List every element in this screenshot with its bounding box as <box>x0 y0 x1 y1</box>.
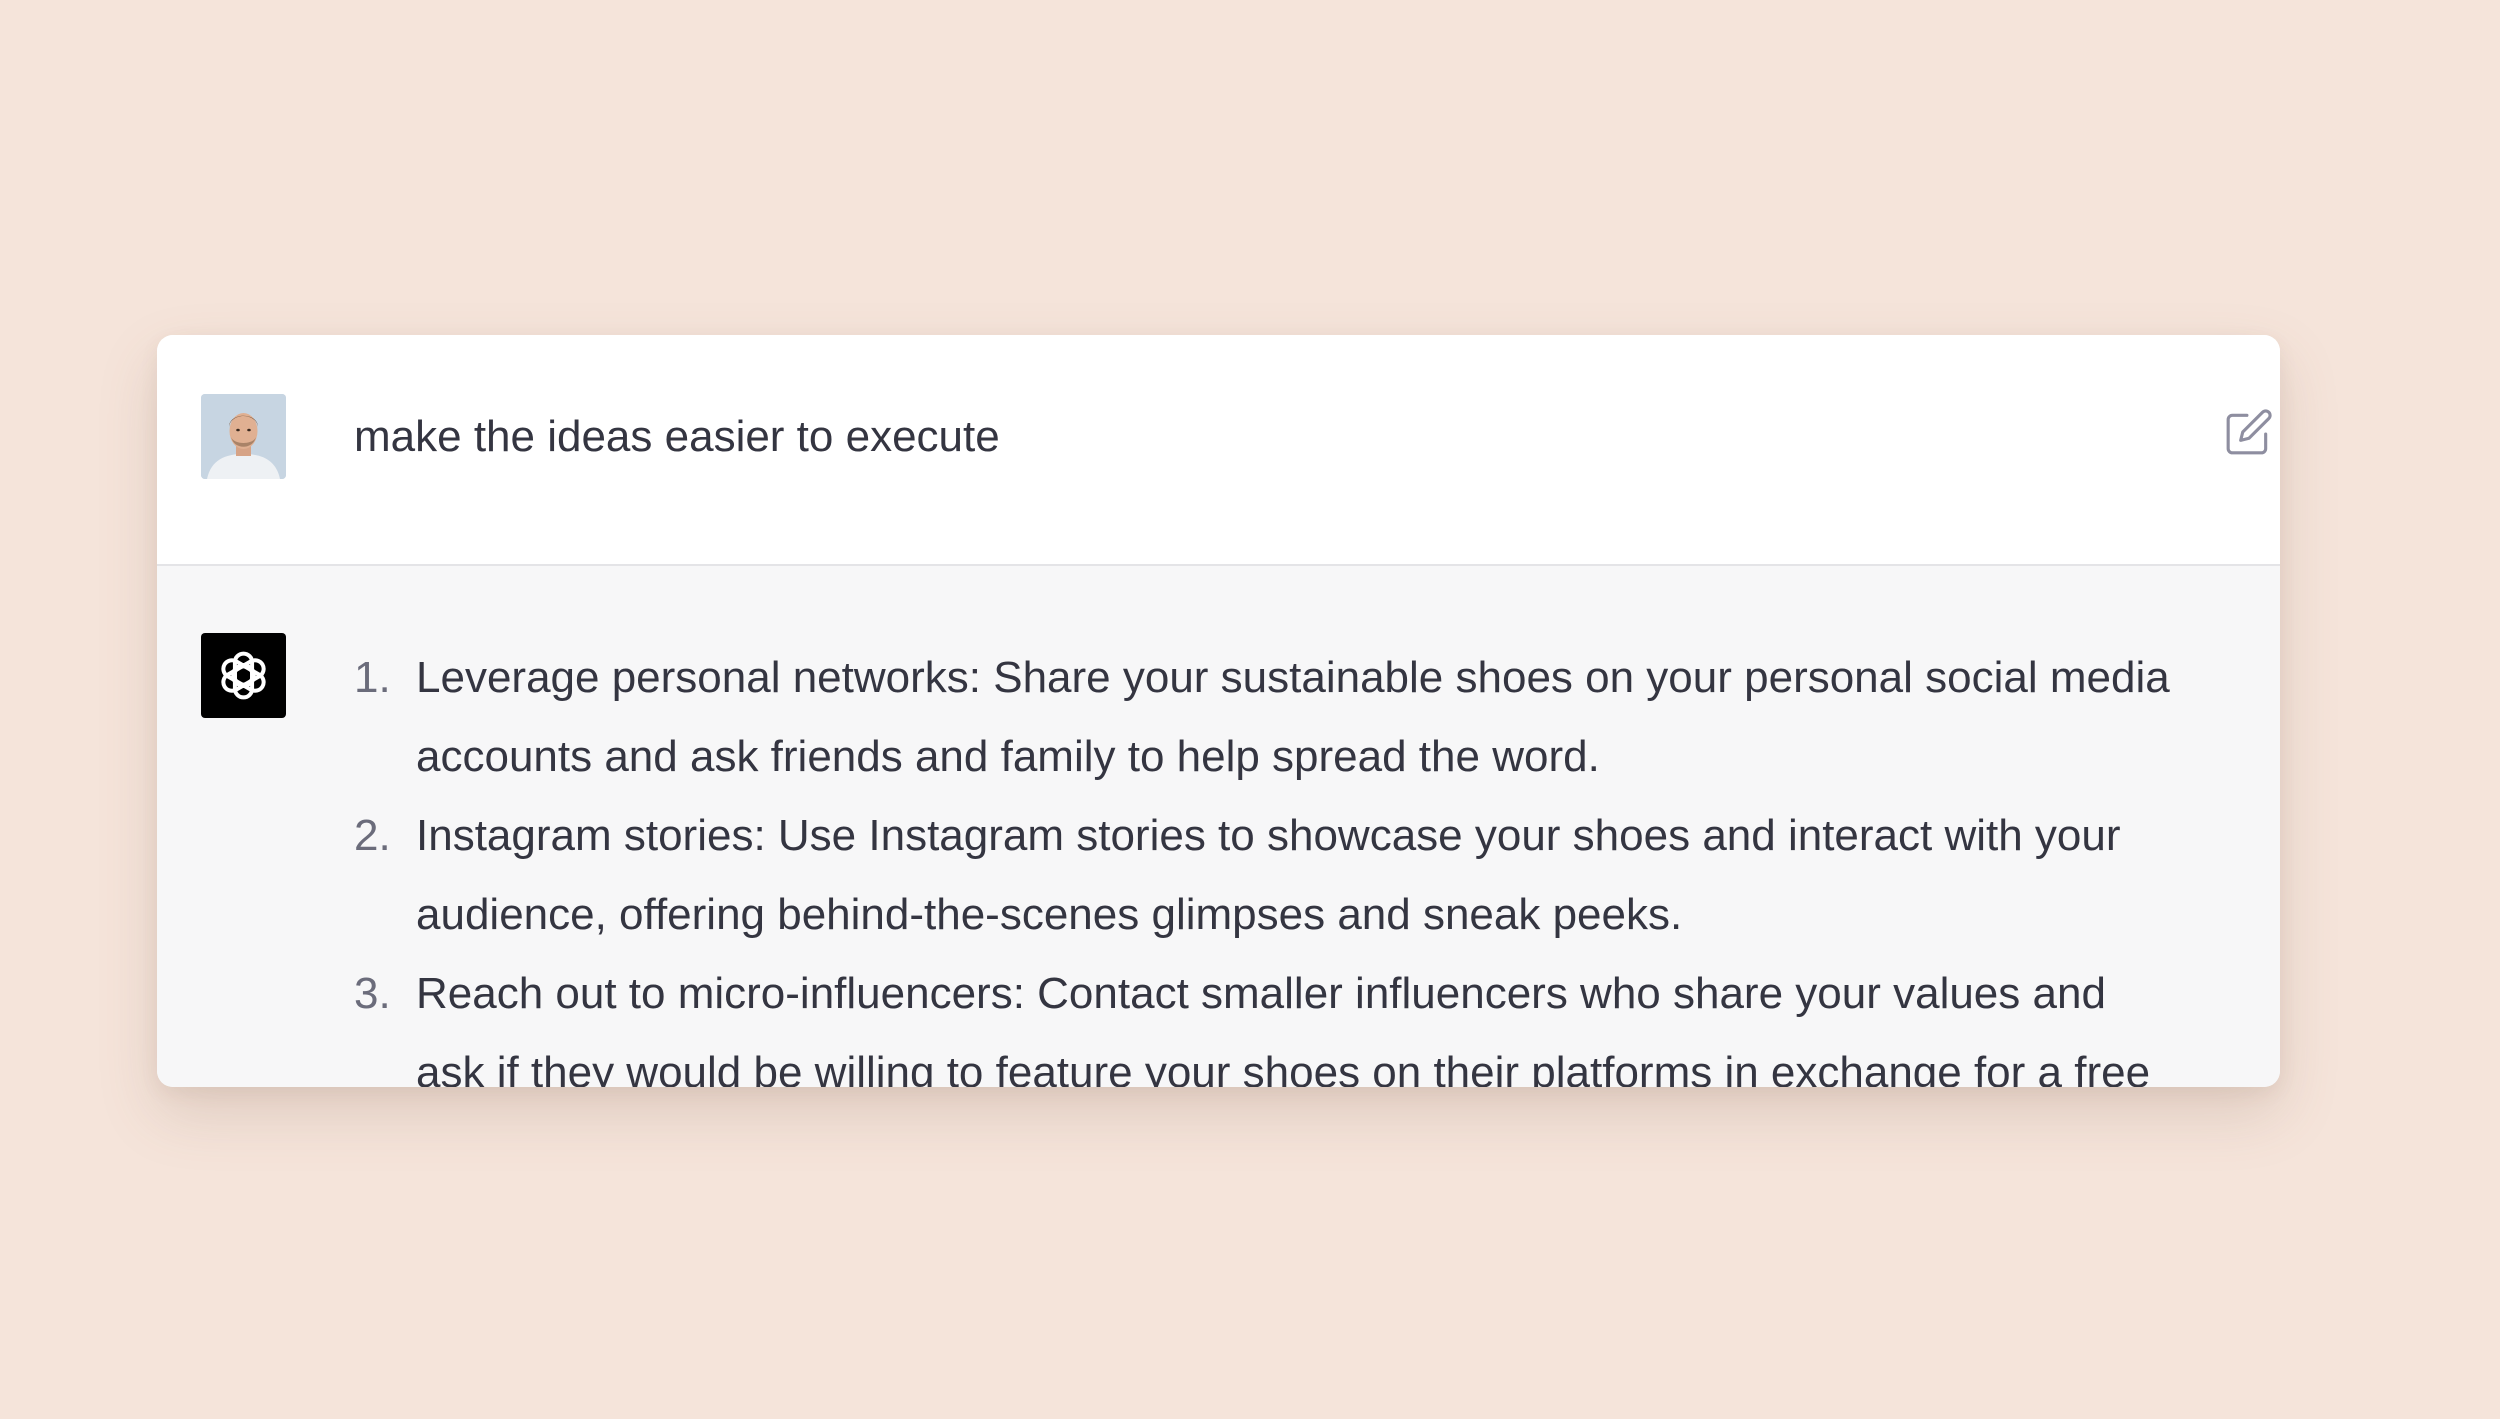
list-item: 2. Instagram stories: Use Instagram stor… <box>354 796 2184 954</box>
list-item: 1. Leverage personal networks: Share you… <box>354 638 2184 796</box>
list-item: 3. Reach out to micro-influencers: Conta… <box>354 954 2184 1087</box>
list-item-number: 3. <box>354 969 391 1018</box>
list-item-text: Leverage personal networks: Share your s… <box>416 653 2170 781</box>
edit-icon[interactable] <box>2224 407 2274 457</box>
list-item-text: Instagram stories: Use Instagram stories… <box>416 811 2121 939</box>
user-message-row: make the ideas easier to execute <box>157 335 2280 566</box>
user-message-text: make the ideas easier to execute <box>354 412 1000 461</box>
answer-list: 1. Leverage personal networks: Share you… <box>354 638 2184 1087</box>
chat-card: make the ideas easier to execute 1. Leve… <box>157 335 2280 1087</box>
assistant-message-row: 1. Leverage personal networks: Share you… <box>157 566 2280 1087</box>
openai-logo-icon <box>201 633 286 718</box>
user-avatar <box>201 394 286 479</box>
list-item-text: Reach out to micro-influencers: Contact … <box>416 969 2151 1087</box>
list-item-number: 1. <box>354 653 391 702</box>
list-item-number: 2. <box>354 811 391 860</box>
